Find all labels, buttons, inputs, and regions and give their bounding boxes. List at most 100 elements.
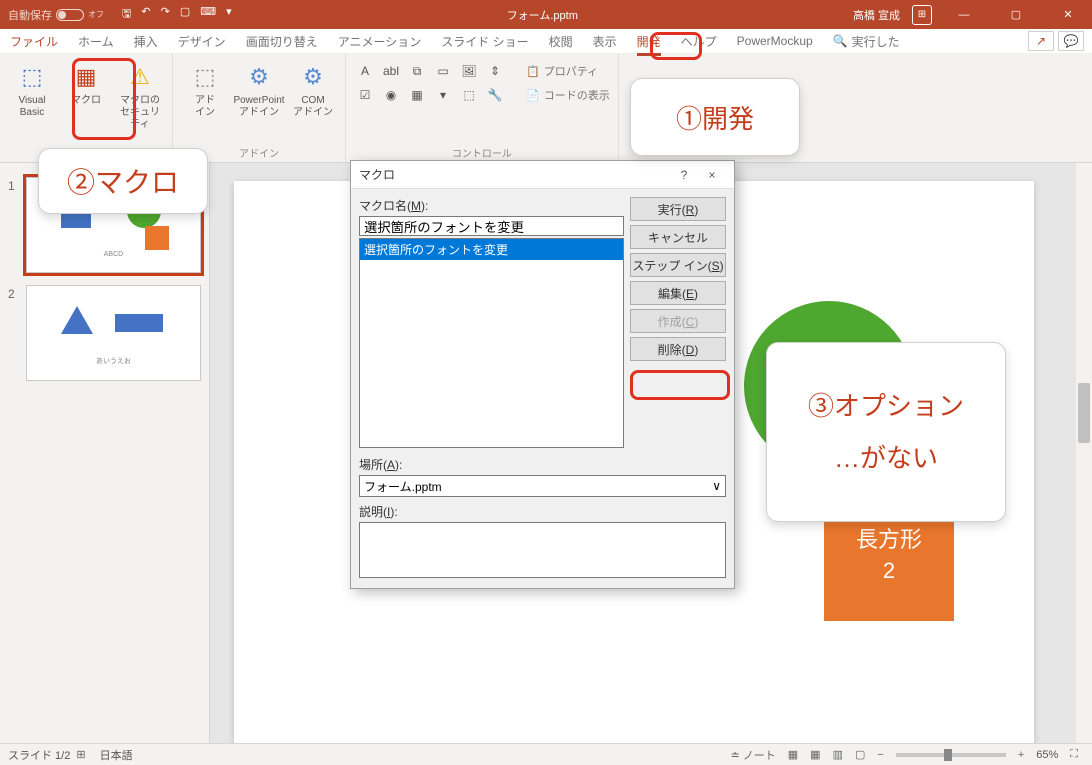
option-control-icon[interactable]: ◉	[380, 85, 402, 105]
tell-me-search[interactable]: 🔍 実行した	[823, 33, 910, 50]
chevron-down-icon: ∨	[712, 479, 721, 493]
toggle-control-icon[interactable]: ⬚	[458, 85, 480, 105]
group-addins: ⬚ アド イン ⚙ PowerPoint アドイン ⚙ COM アドイン アドイ…	[173, 53, 346, 162]
combo-control-icon[interactable]: ▾	[432, 85, 454, 105]
tab-help[interactable]: ヘルプ	[671, 29, 727, 54]
pp-addins-button[interactable]: ⚙ PowerPoint アドイン	[235, 57, 283, 119]
reading-view-icon[interactable]: ▥	[827, 748, 849, 761]
notes-button[interactable]: ≐ ノート	[724, 747, 781, 763]
ribbon-tabs: ファイル ホーム 挿入 デザイン 画面切り替え アニメーション スライド ショー…	[0, 29, 1092, 53]
normal-view-icon[interactable]: ▦	[782, 748, 804, 761]
create-button: 作成(C)	[630, 309, 726, 333]
macro-name-input[interactable]	[359, 216, 624, 236]
description-box[interactable]	[359, 522, 726, 578]
autosave-state: オフ	[88, 9, 104, 20]
textbox-control-icon[interactable]: abl	[380, 61, 402, 81]
comments-button[interactable]: 💬	[1058, 31, 1084, 51]
slide-thumbnails-panel: 1 ABCD 2 あいうえお	[0, 163, 210, 743]
user-avatar-icon[interactable]: ⊞	[912, 5, 932, 25]
close-button[interactable]: ✕	[1048, 0, 1088, 29]
document-title: フォーム.pptm	[232, 7, 853, 23]
tab-slideshow[interactable]: スライド ショー	[431, 29, 538, 54]
group-code: ⬚ Visual Basic ▦ マクロ ⚠ マクロの セキュリティ コード	[0, 53, 173, 162]
macro-security-button[interactable]: ⚠ マクロの セキュリティ	[116, 57, 164, 131]
checkbox-control-icon[interactable]: ☑	[354, 85, 376, 105]
command-button-icon[interactable]: ▭	[432, 61, 454, 81]
dialog-titlebar[interactable]: マクロ ? ×	[351, 161, 734, 189]
location-combo[interactable]: フォーム.pptm ∨	[359, 475, 726, 497]
warning-icon: ⚠	[124, 61, 156, 93]
maximize-button[interactable]: ▢	[996, 0, 1036, 29]
tab-insert[interactable]: 挿入	[124, 29, 168, 54]
minimize-button[interactable]: —	[944, 0, 984, 29]
fit-to-window-icon[interactable]: ⛶	[1064, 748, 1084, 761]
zoom-level[interactable]: 65%	[1036, 749, 1058, 761]
status-bar: スライド 1/2 ⊞ 日本語 ≐ ノート ▦ ▦ ▥ ▢ − + 65% ⛶	[0, 743, 1092, 765]
view-code-button[interactable]: 📄 コードの表示	[526, 85, 610, 105]
accessibility-icon[interactable]: ⊞	[70, 748, 91, 761]
quick-access-toolbar: 🖫 ↶ ↷ ▢ ⌨ ▾	[122, 5, 232, 24]
label-control-icon[interactable]: A	[354, 61, 376, 81]
tab-developer[interactable]: 開発	[627, 29, 671, 54]
more-controls-icon[interactable]: 🔧	[484, 85, 506, 105]
description-label: 説明(I):	[359, 503, 726, 520]
tab-transitions[interactable]: 画面切り替え	[236, 29, 328, 54]
tab-design[interactable]: デザイン	[168, 29, 236, 54]
zoom-in-button[interactable]: +	[1012, 749, 1030, 761]
visual-basic-button[interactable]: ⬚ Visual Basic	[8, 57, 56, 119]
macro-list-item[interactable]: 選択箇所のフォントを変更	[360, 239, 623, 260]
tab-file[interactable]: ファイル	[0, 29, 68, 54]
list-control-icon[interactable]: ▦	[406, 85, 428, 105]
start-slideshow-icon[interactable]: ▢	[180, 5, 190, 24]
code-icon: 📄	[526, 89, 540, 102]
tab-review[interactable]: 校閲	[539, 29, 583, 54]
spin-control-icon[interactable]: ⧉	[406, 61, 428, 81]
ribbon-developer: ⬚ Visual Basic ▦ マクロ ⚠ マクロの セキュリティ コード ⬚…	[0, 53, 1092, 163]
save-icon[interactable]: 🖫	[122, 5, 131, 24]
scrollbar-thumb[interactable]	[1078, 383, 1090, 443]
vertical-scrollbar[interactable]	[1076, 163, 1092, 743]
tab-animations[interactable]: アニメーション	[328, 29, 432, 54]
toggle-off-icon	[56, 9, 84, 21]
step-into-button[interactable]: ステップ イン(S)	[630, 253, 726, 277]
share-button[interactable]: ↗	[1028, 31, 1054, 51]
autosave-toggle[interactable]: 自動保存 オフ	[8, 7, 104, 23]
thumb-label: あいうえお	[27, 356, 200, 366]
location-label: 場所(A):	[359, 456, 726, 473]
redo-icon[interactable]: ↷	[161, 5, 170, 24]
properties-icon: 📋	[526, 65, 540, 78]
properties-button[interactable]: 📋 プロパティ	[526, 61, 598, 81]
title-bar: 自動保存 オフ 🖫 ↶ ↷ ▢ ⌨ ▾ フォーム.pptm 高橋 宣成 ⊞ — …	[0, 0, 1092, 29]
slideshow-view-icon[interactable]: ▢	[849, 748, 871, 761]
thumbnail-item[interactable]: 2 あいうえお	[8, 285, 201, 381]
delete-button[interactable]: 削除(D)	[630, 337, 726, 361]
language-indicator[interactable]: 日本語	[100, 747, 133, 763]
addins-icon: ⬚	[189, 61, 221, 93]
run-button[interactable]: 実行(R)	[630, 197, 726, 221]
macro-listbox[interactable]: 選択箇所のフォントを変更	[359, 238, 624, 448]
tab-powermockup[interactable]: PowerMockup	[727, 30, 823, 52]
cancel-button[interactable]: キャンセル	[630, 225, 726, 249]
dialog-help-button[interactable]: ?	[670, 168, 698, 182]
slide-indicator[interactable]: スライド 1/2	[8, 747, 70, 763]
dialog-title: マクロ	[359, 166, 670, 183]
image-control-icon[interactable]: 🖼	[458, 61, 480, 81]
sorter-view-icon[interactable]: ▦	[804, 748, 826, 761]
zoom-slider[interactable]	[896, 753, 1006, 757]
tab-home[interactable]: ホーム	[68, 29, 124, 54]
scrollbar-control-icon[interactable]: ⇕	[484, 61, 506, 81]
zoom-out-button[interactable]: −	[871, 749, 889, 761]
user-name[interactable]: 高橋 宣成	[853, 7, 900, 23]
edit-button[interactable]: 編集(E)	[630, 281, 726, 305]
visual-basic-icon: ⬚	[16, 61, 48, 93]
autosave-label: 自動保存	[8, 7, 52, 23]
com-addins-button[interactable]: ⚙ COM アドイン	[289, 57, 337, 119]
group-controls-label: コントロール	[354, 143, 610, 160]
slide-thumbnail-2[interactable]: あいうえお	[26, 285, 201, 381]
tab-view[interactable]: 表示	[583, 29, 627, 54]
dialog-close-button[interactable]: ×	[698, 168, 726, 182]
addins-button[interactable]: ⬚ アド イン	[181, 57, 229, 119]
touch-mode-icon[interactable]: ⌨	[200, 5, 216, 24]
macros-button[interactable]: ▦ マクロ	[62, 57, 110, 107]
undo-icon[interactable]: ↶	[141, 5, 150, 24]
